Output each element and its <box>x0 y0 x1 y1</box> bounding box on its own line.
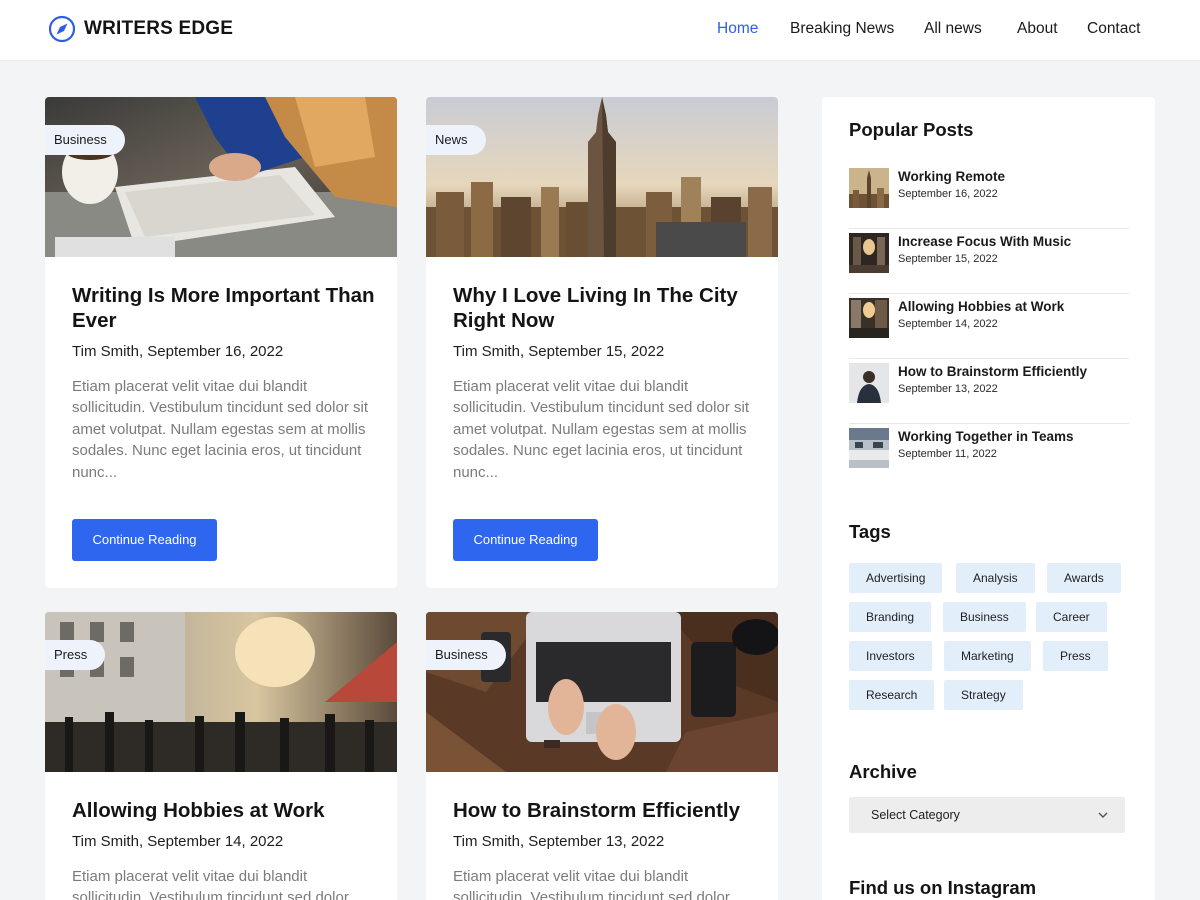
main-nav: Home Breaking News All news About Contac… <box>0 20 1200 40</box>
post-title[interactable]: Why I Love Living In The City Right Now <box>453 283 763 333</box>
post-meta: Tim Smith, September 14, 2022 <box>72 833 284 850</box>
tag-career[interactable]: Career <box>1036 602 1107 632</box>
post-meta: Tim Smith, September 15, 2022 <box>453 343 665 360</box>
tag-awards[interactable]: Awards <box>1047 563 1121 593</box>
site-header: WRITERS EDGE Home Breaking News All news… <box>0 0 1200 61</box>
popular-post-item[interactable]: Working Remote September 16, 2022 <box>849 164 1129 229</box>
continue-reading-button[interactable]: Continue Reading <box>453 519 598 561</box>
popular-post-title[interactable]: How to Brainstorm Efficiently <box>898 364 1087 379</box>
popular-posts-heading: Popular Posts <box>849 119 974 140</box>
tag-branding[interactable]: Branding <box>849 602 932 632</box>
popular-post-item[interactable]: How to Brainstorm Efficiently September … <box>849 359 1129 424</box>
post-image[interactable]: Business <box>45 97 397 257</box>
chevron-down-icon <box>1098 812 1108 818</box>
tag-business[interactable]: Business <box>943 602 1026 632</box>
tag-advertising[interactable]: Advertising <box>849 563 943 593</box>
street-crowd-photo <box>45 612 397 772</box>
popular-post-title[interactable]: Working Remote <box>898 169 1005 184</box>
popular-post-date: September 16, 2022 <box>898 188 998 200</box>
popular-post-date: September 13, 2022 <box>898 383 998 395</box>
continue-reading-button[interactable]: Continue Reading <box>72 519 217 561</box>
nav-all-news[interactable]: All news <box>924 20 982 38</box>
post-excerpt: Etiam placerat velit vitae dui blandit s… <box>72 378 368 481</box>
popular-post-title[interactable]: Working Together in Teams <box>898 429 1074 444</box>
post-thumbnail[interactable] <box>849 168 889 208</box>
archive-select-value: Select Category <box>871 808 960 822</box>
popular-post-title[interactable]: Allowing Hobbies at Work <box>898 299 1064 314</box>
post-card: News Why I Love Living In The City Right… <box>426 97 778 588</box>
post-excerpt: Etiam placerat velit vitae dui blandit s… <box>453 868 730 900</box>
popular-post-item[interactable]: Working Together in Teams September 11, … <box>849 424 1129 489</box>
post-excerpt: Etiam placerat velit vitae dui blandit s… <box>72 868 349 900</box>
category-badge[interactable]: News <box>426 125 486 155</box>
tag-investors[interactable]: Investors <box>849 641 932 671</box>
archive-select[interactable]: Select Category <box>849 797 1125 833</box>
popular-post-item[interactable]: Increase Focus With Music September 15, … <box>849 229 1129 294</box>
instagram-heading: Find us on Instagram <box>849 877 1037 898</box>
post-title[interactable]: Writing Is More Important Than Ever <box>72 283 382 333</box>
nav-home[interactable]: Home <box>717 20 758 38</box>
post-excerpt: Etiam placerat velit vitae dui blandit s… <box>453 378 749 481</box>
tags-heading: Tags <box>849 521 891 542</box>
tag-marketing[interactable]: Marketing <box>944 641 1031 671</box>
tag-strategy[interactable]: Strategy <box>944 680 1023 710</box>
nav-contact[interactable]: Contact <box>1087 20 1140 38</box>
post-thumbnail[interactable] <box>849 233 889 273</box>
post-title[interactable]: How to Brainstorm Efficiently <box>453 798 763 823</box>
popular-post-date: September 15, 2022 <box>898 253 998 265</box>
popular-post-date: September 11, 2022 <box>898 448 997 460</box>
category-badge[interactable]: Business <box>45 125 125 155</box>
laptop-typing-photo <box>426 612 778 772</box>
sidebar: Popular Posts Working Remote September 1… <box>822 97 1155 900</box>
post-title[interactable]: Allowing Hobbies at Work <box>72 798 382 823</box>
nav-about[interactable]: About <box>1017 20 1058 38</box>
desk-writing-photo <box>45 97 397 257</box>
archive-heading: Archive <box>849 761 917 782</box>
tag-research[interactable]: Research <box>849 680 935 710</box>
post-card: Business How to Brainstorm Efficiently T… <box>426 612 778 900</box>
post-image[interactable]: News <box>426 97 778 257</box>
city-skyline-photo <box>426 97 778 257</box>
post-thumbnail[interactable] <box>849 298 889 338</box>
tag-analysis[interactable]: Analysis <box>956 563 1035 593</box>
post-card: Press Allowing Hobbies at Work Tim Smith… <box>45 612 397 900</box>
popular-post-title[interactable]: Increase Focus With Music <box>898 234 1071 249</box>
post-thumbnail[interactable] <box>849 428 889 468</box>
tag-press[interactable]: Press <box>1043 641 1108 671</box>
post-image[interactable]: Business <box>426 612 778 772</box>
post-thumbnail[interactable] <box>849 363 889 403</box>
category-badge[interactable]: Press <box>45 640 106 670</box>
popular-post-date: September 14, 2022 <box>898 318 998 330</box>
post-meta: Tim Smith, September 16, 2022 <box>72 343 284 360</box>
nav-breaking-news[interactable]: Breaking News <box>790 20 894 38</box>
post-card: Business Writing Is More Important Than … <box>45 97 397 588</box>
post-meta: Tim Smith, September 13, 2022 <box>453 833 665 850</box>
post-image[interactable]: Press <box>45 612 397 772</box>
category-badge[interactable]: Business <box>426 640 506 670</box>
popular-post-item[interactable]: Allowing Hobbies at Work September 14, 2… <box>849 294 1129 359</box>
